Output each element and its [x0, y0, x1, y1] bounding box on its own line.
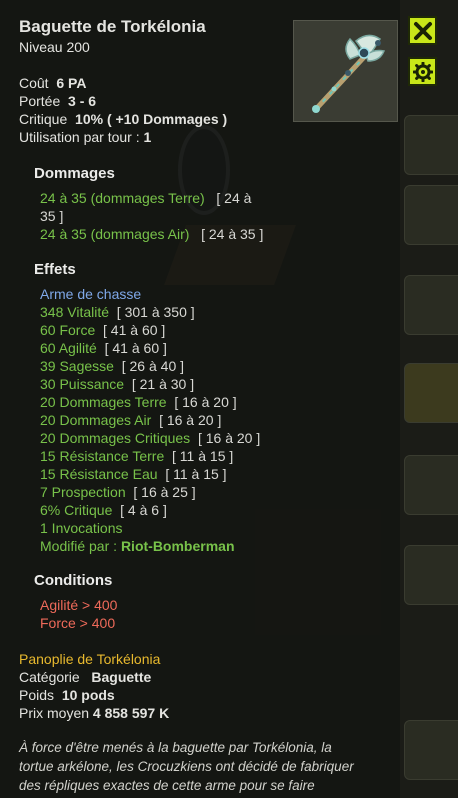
- effect-range: [ 41 à 60 ]: [104, 340, 167, 356]
- effect-text: 15 Résistance Eau: [40, 466, 158, 482]
- effect-text: 39 Sagesse: [40, 358, 114, 374]
- effect-line: 6% Critique [ 4 à 6 ]: [40, 501, 260, 519]
- inventory-slot: [404, 363, 458, 423]
- range-value: 3 - 6: [68, 93, 97, 109]
- price-value: 4 858 597 K: [92, 705, 170, 721]
- effect-line: 20 Dommages Critiques [ 16 à 20 ]: [40, 429, 260, 447]
- settings-button[interactable]: [408, 57, 437, 86]
- effect-line: 20 Dommages Air [ 16 à 20 ]: [40, 411, 260, 429]
- item-tooltip-panel: Baguette de Torkélonia Niveau 200 Coût 6…: [0, 0, 437, 798]
- effect-text: 7 Prospection: [40, 484, 126, 500]
- category-value: Baguette: [91, 669, 152, 685]
- description-line: À force d'être menés à la baguette par T…: [19, 740, 332, 755]
- critical-row: Critique 10% ( +10 Dommages ): [19, 110, 227, 128]
- critical-label: Critique: [19, 111, 68, 127]
- effect-text: 60 Force: [40, 322, 96, 338]
- effect-text: 20 Dommages Critiques: [40, 430, 191, 446]
- condition-line: Force > 400: [40, 615, 116, 631]
- range-row: Portée 3 - 6: [19, 92, 96, 110]
- condition-line: Agilité > 400: [40, 597, 118, 613]
- uses-label: Utilisation par tour :: [19, 129, 140, 145]
- weight-value: 10 pods: [61, 687, 115, 703]
- range-label: Portée: [19, 93, 61, 109]
- damage-line: 24 à 35 (dommages Terre) [ 24 à: [40, 189, 251, 207]
- effect-range: [ 41 à 60 ]: [103, 322, 166, 338]
- category-row: Catégorie Baguette: [19, 668, 151, 686]
- weight-row: Poids 10 pods: [19, 686, 115, 704]
- inventory-slot: [404, 185, 458, 245]
- description-line: tortue arkélone, les Crocuzkiens ont déc…: [19, 759, 354, 774]
- cost-value: 6 PA: [56, 75, 87, 91]
- weapon-type: Arme de chasse: [40, 286, 142, 302]
- effect-range: [ 301 à 350 ]: [116, 304, 195, 320]
- effect-text: 30 Puissance: [40, 376, 125, 392]
- effect-range: [ 16 à 25 ]: [133, 484, 196, 500]
- effects-list: 348 Vitalité [ 301 à 350 ] 60 Force [ 41…: [40, 303, 260, 555]
- effect-text: 20 Dommages Air: [40, 412, 152, 428]
- effect-range: [ 26 à 40 ]: [121, 358, 185, 374]
- conditions-heading: Conditions: [34, 572, 113, 589]
- effect-text: 6% Critique: [40, 502, 113, 518]
- effect-range: [ 16 à 20 ]: [174, 394, 237, 410]
- set-link[interactable]: Panoplie de Torkélonia: [19, 650, 160, 668]
- effect-line: 15 Résistance Terre [ 11 à 15 ]: [40, 447, 260, 465]
- effect-line: 348 Vitalité [ 301 à 350 ]: [40, 303, 260, 321]
- damage-line: 24 à 35 (dommages Air) [ 24 à 35 ]: [40, 225, 263, 243]
- cost-row: Coût 6 PA: [19, 74, 86, 92]
- effect-line: 60 Force [ 41 à 60 ]: [40, 321, 260, 339]
- cost-label: Coût: [19, 75, 49, 91]
- close-icon: [413, 21, 432, 40]
- weapon-image: [293, 20, 398, 122]
- effect-line: 60 Agilité [ 41 à 60 ]: [40, 339, 260, 357]
- effect-line: 1 Invocations: [40, 519, 260, 537]
- inventory-slot: [404, 720, 458, 780]
- effect-range: [ 11 à 15 ]: [165, 466, 227, 482]
- effect-range: [ 11 à 15 ]: [172, 448, 234, 464]
- wand-icon: [312, 34, 386, 113]
- effect-line: 20 Dommages Terre [ 16 à 20 ]: [40, 393, 260, 411]
- damage-text: 24 à 35 (dommages Terre): [40, 190, 205, 206]
- inventory-slot: [404, 115, 458, 175]
- damage-heading: Dommages: [34, 165, 115, 182]
- item-name: Baguette de Torkélonia: [19, 17, 206, 36]
- effect-text: 1 Invocations: [40, 520, 123, 536]
- effect-line: 39 Sagesse [ 26 à 40 ]: [40, 357, 260, 375]
- effect-range: [ 16 à 20 ]: [159, 412, 222, 428]
- close-button[interactable]: [408, 16, 437, 45]
- modified-by-player: Riot-Bomberman: [120, 538, 235, 554]
- item-level: Niveau 200: [19, 39, 90, 55]
- effect-range: [ 4 à 6 ]: [120, 502, 167, 518]
- modified-label: Modifié par :: [40, 538, 118, 554]
- effect-range: [ 16 à 20 ]: [197, 430, 261, 446]
- effect-text: 348 Vitalité: [40, 304, 110, 320]
- category-label: Catégorie: [19, 669, 80, 685]
- uses-row: Utilisation par tour : 1: [19, 128, 151, 146]
- damage-range: [ 24 à: [216, 190, 252, 206]
- inventory-slot: [404, 275, 458, 335]
- modified-by-line: Modifié par : Riot-Bomberman: [40, 537, 260, 555]
- damage-range-continued: 35 ]: [40, 208, 64, 224]
- effects-heading: Effets: [34, 261, 76, 278]
- effect-text: 15 Résistance Terre: [40, 448, 165, 464]
- effect-text: 60 Agilité: [40, 340, 97, 356]
- effect-range: [ 21 à 30 ]: [131, 376, 195, 392]
- inventory-slot: [404, 455, 458, 515]
- price-label: Prix moyen: [19, 705, 90, 721]
- effect-line: 15 Résistance Eau [ 11 à 15 ]: [40, 465, 260, 483]
- weight-label: Poids: [19, 687, 55, 703]
- damage-text: 24 à 35 (dommages Air): [40, 226, 190, 242]
- price-row: Prix moyen 4 858 597 K: [19, 704, 169, 722]
- uses-value: 1: [143, 129, 152, 145]
- description-line: des répliques exactes de cette arme pour…: [19, 778, 315, 793]
- damage-range: [ 24 à 35 ]: [201, 226, 264, 242]
- gear-icon: [412, 61, 433, 82]
- inventory-slot: [404, 545, 458, 605]
- effect-line: 7 Prospection [ 16 à 25 ]: [40, 483, 260, 501]
- effect-text: 20 Dommages Terre: [40, 394, 167, 410]
- critical-value: 10% ( +10 Dommages ): [75, 111, 228, 127]
- effect-line: 30 Puissance [ 21 à 30 ]: [40, 375, 260, 393]
